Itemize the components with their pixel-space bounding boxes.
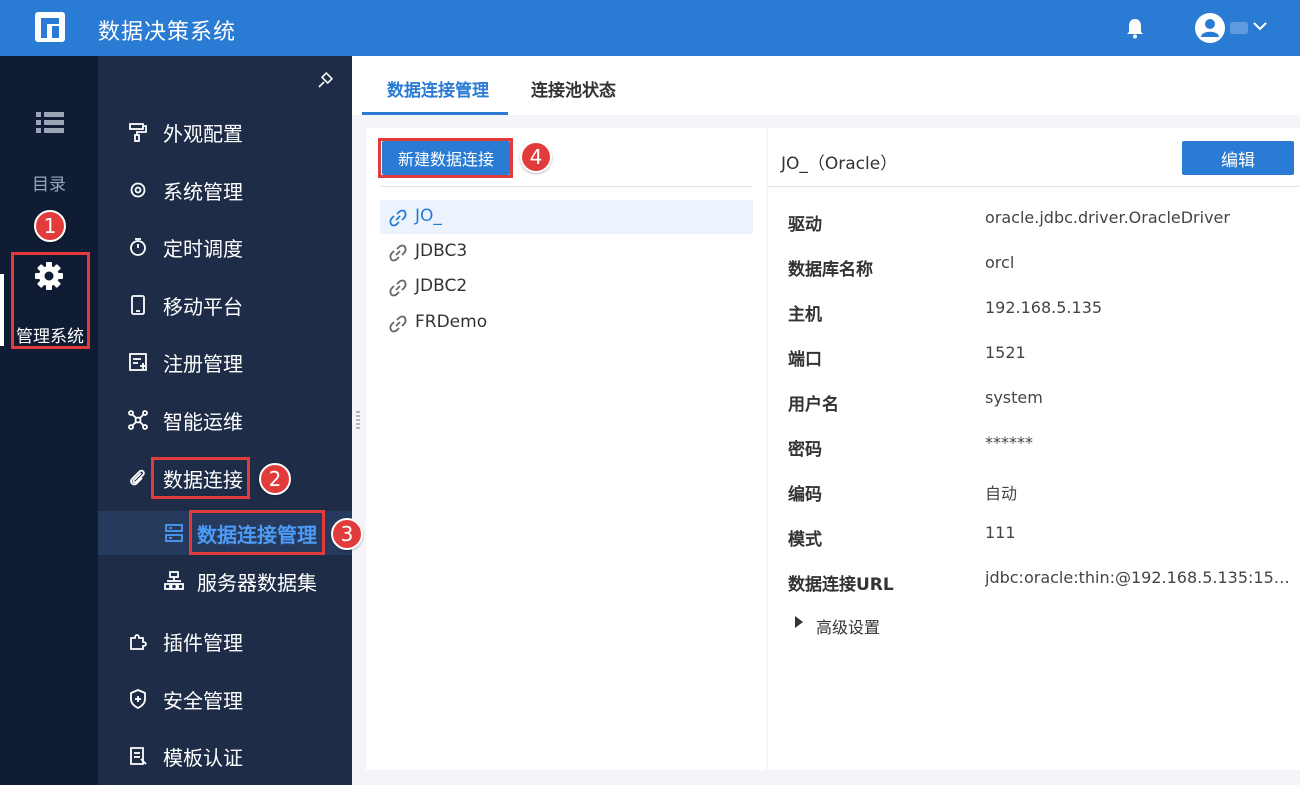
property-value: ****** xyxy=(985,433,1033,452)
primary-rail xyxy=(0,56,98,785)
annotation-badge-4: 4 xyxy=(520,141,552,173)
nav-item-label: 定时调度 xyxy=(163,236,243,261)
divider xyxy=(768,186,1300,187)
link-icon xyxy=(389,279,407,297)
register-icon xyxy=(129,353,147,371)
caret-right-icon[interactable] xyxy=(795,616,803,628)
nav-item-system[interactable]: 系统管理 xyxy=(98,168,352,212)
connection-name: FRDemo xyxy=(415,312,488,332)
property-value: system xyxy=(985,388,1043,407)
property-value: orcl xyxy=(985,253,1015,272)
annotation-box-4 xyxy=(378,138,513,178)
connection-name: JO_ xyxy=(415,206,442,226)
link-icon xyxy=(389,315,407,333)
nav-item-label: 插件管理 xyxy=(163,630,243,655)
puzzle-icon xyxy=(130,634,147,650)
dataset-icon xyxy=(164,571,184,590)
annotation-box-3 xyxy=(189,510,325,555)
avatar[interactable] xyxy=(1195,13,1225,43)
property-value: 192.168.5.135 xyxy=(985,298,1103,317)
divider xyxy=(380,186,753,187)
property-key: 编码 xyxy=(788,485,822,505)
app-logo-icon xyxy=(35,12,65,42)
property-value: 111 xyxy=(985,523,1016,542)
nav-item-mobile[interactable]: 移动平台 xyxy=(98,283,352,327)
property-value: 1521 xyxy=(985,343,1026,362)
nav-item-schedule[interactable]: 定时调度 xyxy=(98,225,352,269)
username-blurred xyxy=(1230,22,1248,34)
shield-icon xyxy=(130,689,146,709)
top-bar: 数据决策系统 xyxy=(0,0,1300,56)
nav-item-plugin[interactable]: 插件管理 xyxy=(98,619,352,663)
link-icon xyxy=(389,209,407,227)
sub-item-server-dataset[interactable]: 服务器数据集 xyxy=(98,559,352,603)
list-item[interactable]: JDBC2 xyxy=(380,270,753,304)
user-icon xyxy=(1201,19,1219,37)
rail-active-indicator xyxy=(0,274,4,346)
sub-item-label: 服务器数据集 xyxy=(197,571,317,595)
chevron-down-icon[interactable] xyxy=(1252,20,1268,32)
bell-icon[interactable] xyxy=(1124,16,1146,40)
property-key: 数据连接URL xyxy=(788,575,894,595)
property-value: jdbc:oracle:thin:@192.168.5.135:1521:… xyxy=(985,568,1295,587)
property-key: 端口 xyxy=(788,350,822,370)
connection-detail-title: JO_（Oracle） xyxy=(781,154,898,174)
link-icon xyxy=(389,244,407,262)
nav-item-label: 模板认证 xyxy=(163,745,243,770)
property-key: 数据库名称 xyxy=(788,260,873,280)
nav-item-label: 注册管理 xyxy=(163,351,243,376)
property-value: oracle.jdbc.driver.OracleDriver xyxy=(985,208,1230,227)
annotation-badge-1: 1 xyxy=(34,210,66,242)
resize-handle-icon[interactable] xyxy=(356,410,360,430)
tab-connection-pool-status[interactable]: 连接池状态 xyxy=(531,76,616,101)
list-icon[interactable] xyxy=(36,110,64,136)
property-key: 密码 xyxy=(788,440,822,460)
gear-icon xyxy=(130,182,146,198)
paint-roller-icon xyxy=(129,123,147,142)
annotation-box-2 xyxy=(151,457,250,499)
annotation-badge-3: 3 xyxy=(331,518,363,550)
nav-item-security[interactable]: 安全管理 xyxy=(98,677,352,721)
tab-bar xyxy=(352,56,1300,115)
advanced-settings-toggle[interactable]: 高级设置 xyxy=(816,614,880,638)
nav-item-label: 安全管理 xyxy=(163,688,243,713)
nav-item-label: 移动平台 xyxy=(163,294,243,319)
property-value: 自动 xyxy=(985,484,1018,503)
nav-item-label: 外观配置 xyxy=(163,121,243,146)
nav-item-register[interactable]: 注册管理 xyxy=(98,340,352,384)
paperclip-icon xyxy=(130,469,145,486)
nav-item-ops[interactable]: 智能运维 xyxy=(98,398,352,442)
nav-item-template-cert[interactable]: 模板认证 xyxy=(98,734,352,778)
list-item[interactable]: JO_ xyxy=(380,200,753,234)
network-icon xyxy=(128,410,148,430)
pin-icon[interactable] xyxy=(316,72,334,90)
tab-data-connection-management[interactable]: 数据连接管理 xyxy=(387,76,489,101)
property-key: 主机 xyxy=(788,305,822,325)
list-item[interactable]: FRDemo xyxy=(380,306,753,340)
app-title: 数据决策系统 xyxy=(98,20,237,45)
property-key: 用户名 xyxy=(788,395,839,415)
annotation-box-1 xyxy=(11,252,90,349)
annotation-badge-2: 2 xyxy=(259,463,291,495)
document-icon xyxy=(130,747,147,765)
timer-icon xyxy=(130,238,146,256)
rail-catalog-label[interactable]: 目录 xyxy=(0,170,98,195)
property-key: 模式 xyxy=(788,530,822,550)
edit-button[interactable]: 编辑 xyxy=(1182,141,1294,175)
db-connection-icon xyxy=(165,524,183,542)
connection-name: JDBC2 xyxy=(415,276,468,296)
nav-item-label: 系统管理 xyxy=(163,179,243,204)
list-item[interactable]: JDBC3 xyxy=(380,235,753,269)
property-key: 驱动 xyxy=(788,215,822,235)
nav-item-appearance[interactable]: 外观配置 xyxy=(98,110,352,154)
nav-item-label: 智能运维 xyxy=(163,409,243,434)
mobile-icon xyxy=(131,295,145,315)
connection-name: JDBC3 xyxy=(415,241,468,261)
